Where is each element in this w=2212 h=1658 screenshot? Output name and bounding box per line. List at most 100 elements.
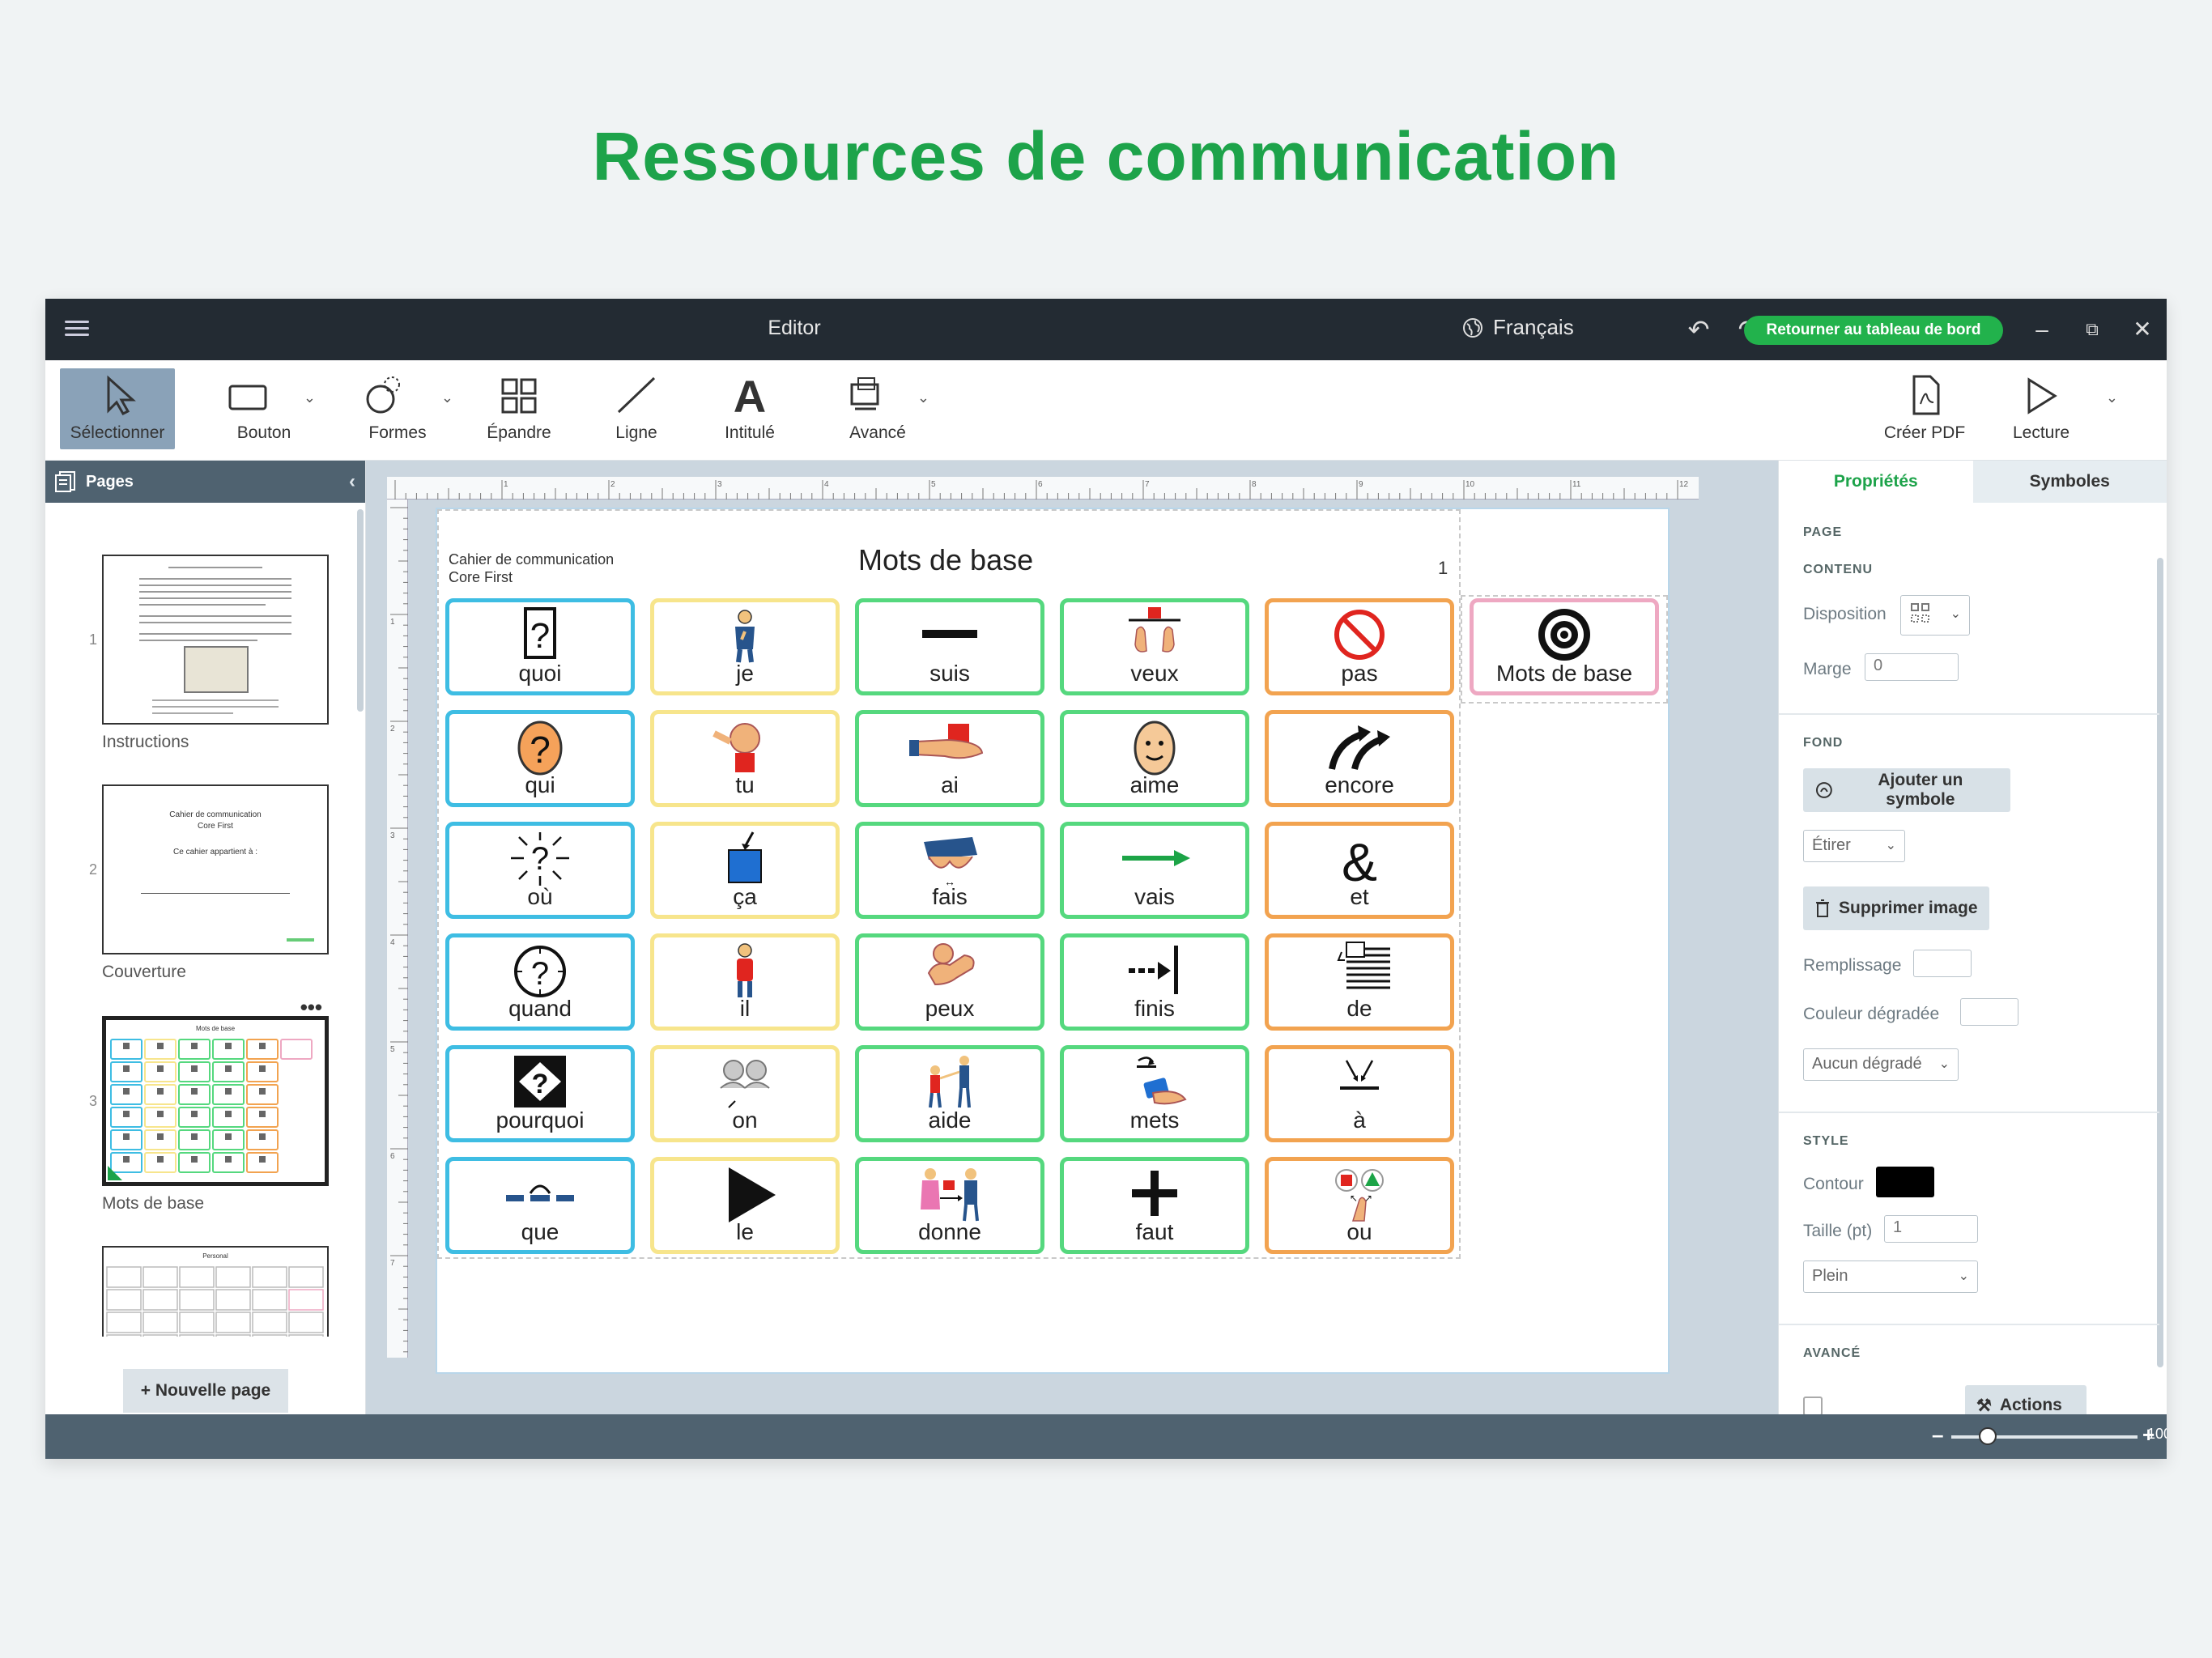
symbol-cell-2[interactable]: je bbox=[650, 598, 840, 695]
symbol-cell-14[interactable]: vais bbox=[1060, 822, 1249, 919]
gradient-select[interactable]: Aucun dégradé ⌄ bbox=[1803, 1048, 1959, 1081]
symbol-cell-9[interactable]: aime bbox=[1060, 710, 1249, 807]
bar-icon bbox=[922, 630, 977, 638]
fill-color-swatch[interactable] bbox=[1913, 950, 1972, 977]
symbol-cell-3[interactable]: suis bbox=[855, 598, 1044, 695]
symbol-cell-6[interactable]: ? qui bbox=[445, 710, 635, 807]
section-content: CONTENU bbox=[1803, 563, 1874, 576]
symbol-cell-16[interactable]: ? quand bbox=[445, 933, 635, 1031]
advanced-checkbox[interactable] bbox=[1803, 1397, 1823, 1416]
page-thumbnail-2[interactable]: 2 Cahier de communication Core First Ce … bbox=[89, 784, 329, 982]
tab-symbols[interactable]: Symboles bbox=[1972, 461, 2167, 503]
tab-properties[interactable]: Propriétés bbox=[1779, 461, 1973, 503]
symbol-cell-4[interactable]: veux bbox=[1060, 598, 1249, 695]
close-icon[interactable]: ✕ bbox=[2126, 313, 2159, 346]
chevron-down-icon[interactable]: ⌄ bbox=[2106, 389, 2118, 406]
properties-scrollbar[interactable] bbox=[2157, 558, 2163, 1367]
pages-scrollbar[interactable] bbox=[357, 509, 364, 712]
create-pdf-button[interactable]: Créer PDF bbox=[1872, 368, 1977, 449]
symbol-cell-21[interactable]: ? pourquoi bbox=[445, 1045, 635, 1142]
size-input[interactable]: 1 bbox=[1884, 1215, 1978, 1243]
thumb-cover-line bbox=[141, 893, 290, 894]
cell-word: ou bbox=[1346, 1219, 1372, 1244]
cell-word: et bbox=[1350, 884, 1369, 909]
spread-tool[interactable]: Épandre bbox=[474, 368, 564, 449]
svg-text:3: 3 bbox=[717, 480, 722, 489]
gradient-color-swatch[interactable] bbox=[1960, 998, 2018, 1026]
symbol-cell-extra[interactable]: Mots de base bbox=[1470, 598, 1659, 695]
shapes-tool[interactable]: Formes ⌄ bbox=[338, 368, 457, 449]
cell-word: il bbox=[739, 996, 751, 1021]
symbol-cell-28[interactable]: donne bbox=[855, 1157, 1044, 1254]
stretch-select[interactable]: Étirer ⌄ bbox=[1803, 830, 1905, 862]
page-thumbnail-1[interactable]: 1 Instructions bbox=[89, 555, 329, 752]
symbol-cell-15[interactable]: & et bbox=[1265, 822, 1454, 919]
want-hands-icon bbox=[1129, 607, 1180, 653]
play-triangle-icon bbox=[729, 1167, 776, 1222]
add-symbol-button[interactable]: Ajouter un symbole bbox=[1803, 768, 2010, 812]
layout-select[interactable]: ⌄ bbox=[1900, 595, 1970, 636]
restore-icon[interactable]: ⧉ bbox=[2076, 313, 2108, 346]
svg-text:&: & bbox=[1342, 832, 1377, 889]
symbol-cell-1[interactable]: ? quoi bbox=[445, 598, 635, 695]
outline-color-swatch[interactable] bbox=[1876, 1167, 1934, 1197]
advanced-tool[interactable]: Avancé ⌄ bbox=[823, 368, 933, 449]
symbol-cell-7[interactable]: tu bbox=[650, 710, 840, 807]
collapse-chevron-icon[interactable]: ‹ bbox=[349, 470, 355, 493]
symbol-cell-26[interactable]: que bbox=[445, 1157, 635, 1254]
symbol-cell-18[interactable]: peux bbox=[855, 933, 1044, 1031]
line-tool[interactable]: Ligne bbox=[596, 368, 677, 449]
minimize-icon[interactable]: – bbox=[2026, 313, 2058, 346]
delete-image-button[interactable]: Supprimer image bbox=[1803, 886, 1989, 930]
symbol-cell-10[interactable]: encore bbox=[1265, 710, 1454, 807]
symbol-cell-22[interactable]: on bbox=[650, 1045, 840, 1142]
chevron-down-icon[interactable]: ⌄ bbox=[304, 389, 316, 406]
select-tool[interactable]: Sélectionner bbox=[60, 368, 175, 449]
hamburger-menu-icon[interactable] bbox=[65, 317, 89, 341]
symbol-cell-5[interactable]: pas bbox=[1265, 598, 1454, 695]
symbol-cell-11[interactable]: ? où bbox=[445, 822, 635, 919]
page-canvas[interactable]: Cahier de communication Core First Mots … bbox=[436, 508, 1670, 1374]
undo-icon[interactable]: ↶ bbox=[1682, 313, 1715, 346]
svg-text:6: 6 bbox=[390, 1152, 395, 1161]
page-thumbnail-3[interactable]: ••• 3 Mots de base Mots de base bbox=[89, 995, 329, 1214]
symbol-cell-20[interactable]: de bbox=[1265, 933, 1454, 1031]
chevron-down-icon[interactable]: ⌄ bbox=[441, 389, 453, 406]
symbol-cell-30[interactable]: ↖ ↗ ou bbox=[1265, 1157, 1454, 1254]
symbol-cell-29[interactable]: faut bbox=[1060, 1157, 1249, 1254]
person-self-icon bbox=[735, 610, 755, 663]
symbol-cell-13[interactable]: ↔ fais bbox=[855, 822, 1044, 919]
smiling-face-icon bbox=[1134, 721, 1176, 776]
pointing-hand-icon bbox=[713, 723, 760, 772]
symbol-cell-17[interactable]: il bbox=[650, 933, 840, 1031]
new-page-button[interactable]: + Nouvelle page bbox=[123, 1369, 288, 1413]
svg-text:7: 7 bbox=[390, 1259, 395, 1268]
line-style-select[interactable]: Plein ⌄ bbox=[1803, 1261, 1978, 1293]
page-thumbnail-4[interactable]: 4 Personal bbox=[102, 1246, 329, 1337]
symbol-cell-25[interactable]: à bbox=[1265, 1045, 1454, 1142]
label-tool[interactable]: A Intitulé bbox=[709, 368, 790, 449]
symbol-cell-27[interactable]: le bbox=[650, 1157, 840, 1254]
svg-text:4: 4 bbox=[824, 480, 829, 489]
symbol-cell-8[interactable]: ai bbox=[855, 710, 1044, 807]
zoom-out-icon[interactable]: – bbox=[1932, 1422, 1943, 1448]
svg-text:?: ? bbox=[530, 729, 551, 771]
svg-text:2: 2 bbox=[390, 725, 395, 733]
chevron-down-icon[interactable]: ⌄ bbox=[917, 389, 929, 406]
return-dashboard-button[interactable]: Retourner au tableau de bord bbox=[1744, 316, 2003, 345]
svg-text:5: 5 bbox=[931, 480, 936, 489]
symbol-cell-24[interactable]: mets bbox=[1060, 1045, 1249, 1142]
symbol-cell-12[interactable]: ça bbox=[650, 822, 840, 919]
symbol-cell-23[interactable]: aide bbox=[855, 1045, 1044, 1142]
status-bar: – + 100% bbox=[45, 1414, 2167, 1459]
language-selector[interactable]: Français bbox=[1462, 315, 1574, 340]
symbol-cell-19[interactable]: finis bbox=[1060, 933, 1249, 1031]
play-button[interactable]: Lecture ⌄ bbox=[1997, 368, 2118, 449]
button-tool[interactable]: Bouton ⌄ bbox=[207, 368, 321, 449]
cell-word: on bbox=[732, 1107, 758, 1133]
properties-tabs: Propriétés Symboles bbox=[1779, 461, 2167, 503]
svg-text:4: 4 bbox=[390, 938, 395, 947]
margin-input[interactable]: 0 bbox=[1865, 653, 1959, 681]
zoom-slider-handle[interactable] bbox=[1979, 1427, 1997, 1445]
question-diamond-icon: ? bbox=[514, 1056, 566, 1107]
